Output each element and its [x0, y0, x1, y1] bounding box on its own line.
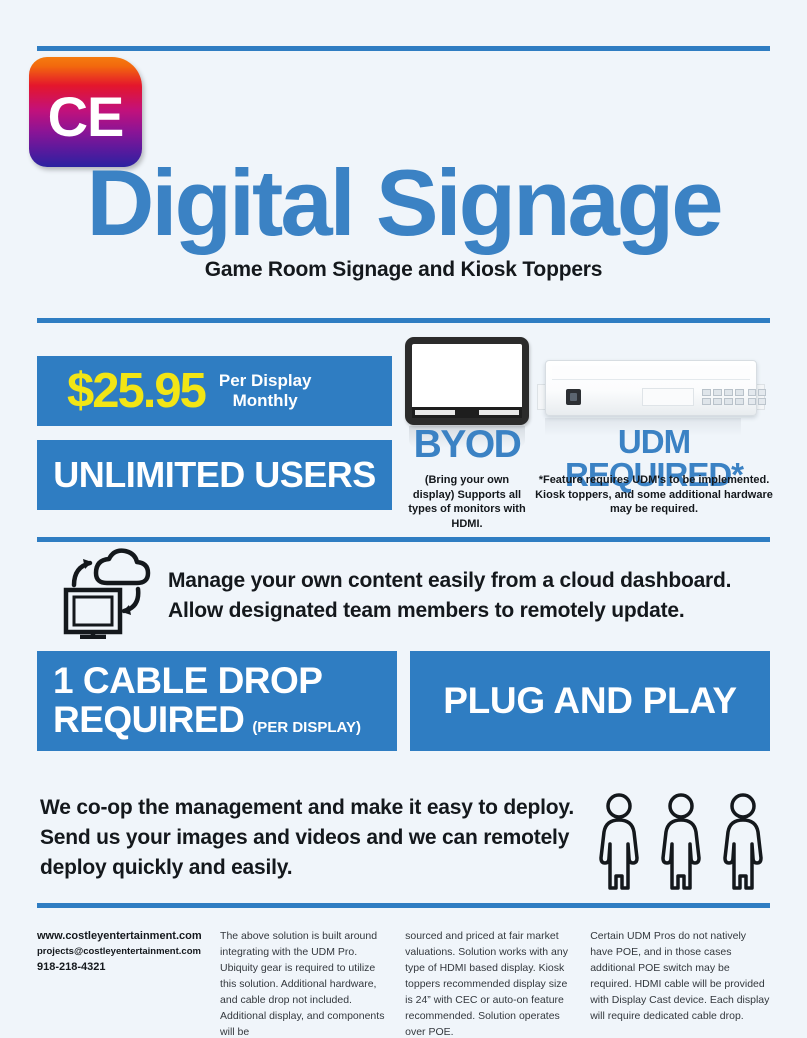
cable-drop-per-display: (PER DISPLAY) — [252, 719, 361, 737]
udm-port — [735, 389, 744, 396]
udm-top-vent — [552, 366, 750, 380]
price-terms: Per Display Monthly — [219, 371, 312, 411]
udm-sfp-port — [758, 389, 766, 396]
pricing-box: $25.95 Per Display Monthly — [37, 356, 392, 426]
price-amount: $25.95 — [67, 363, 207, 418]
three-people-icon — [596, 787, 766, 892]
monitor-base-right — [479, 410, 519, 415]
unlimited-users-label: UNLIMITED USERS — [53, 454, 376, 495]
person-icon — [599, 793, 639, 890]
cable-drop-line2: REQUIRED (PER DISPLAY) — [53, 699, 361, 740]
monitor-base-left — [415, 410, 455, 415]
udm-port — [713, 389, 722, 396]
person-icon — [661, 793, 701, 890]
logo-text: CE — [47, 85, 125, 148]
divider-hero — [37, 318, 770, 323]
divider-top — [37, 46, 770, 51]
footer-email[interactable]: projects@costleyentertainment.com — [37, 945, 208, 959]
cloud-message-line2: Allow designated team members to remotel… — [168, 598, 685, 622]
footer-contact: www.costleyentertainment.com projects@co… — [37, 929, 220, 1038]
footer-fineprint-1: The above solution is built around integ… — [220, 930, 385, 1038]
udm-lcd-panel — [642, 388, 694, 406]
udm-port — [702, 389, 711, 396]
person-icon — [723, 793, 763, 890]
price-term-line1: Per Display — [218, 370, 312, 390]
coop-message-line2: Send us your images and videos and we ca… — [40, 825, 570, 849]
udm-port — [724, 398, 733, 405]
udm-sfp-port — [748, 389, 756, 396]
divider-features — [37, 537, 770, 542]
monitor-icon — [405, 337, 529, 425]
udm-port — [735, 398, 744, 405]
byod-note: (Bring your own display) Supports all ty… — [408, 474, 526, 530]
unlimited-users-box: UNLIMITED USERS — [37, 440, 392, 510]
udm-port — [702, 398, 711, 405]
coop-message-line3: deploy quickly and easily. — [40, 855, 293, 879]
udm-note: *Feature requires UDM's to be implemente… — [535, 474, 773, 516]
byod-heading: BYOD — [413, 423, 522, 466]
coop-message-line1: We co-op the management and make it easy… — [40, 796, 574, 819]
udm-sfp-port — [758, 398, 766, 405]
footer-fineprint-2: sourced and priced at fair market valuat… — [405, 930, 568, 1038]
coop-message: We co-op the management and make it easy… — [40, 793, 590, 882]
monitor-base — [412, 407, 522, 418]
udm-port — [713, 398, 722, 405]
udm-sfp-ports — [748, 389, 766, 405]
udm-power-module — [566, 389, 581, 405]
plug-and-play-box: PLUG AND PLAY — [410, 651, 770, 751]
footer: www.costleyentertainment.com projects@co… — [37, 929, 770, 1038]
cable-drop-line1: 1 CABLE DROP — [53, 660, 323, 702]
udm-chassis — [545, 360, 766, 416]
plug-and-play-label: PLUG AND PLAY — [443, 680, 737, 721]
cable-drop-required: REQUIRED — [53, 699, 245, 740]
cable-drop-box: 1 CABLE DROP REQUIRED (PER DISPLAY) — [37, 651, 397, 751]
footer-phone[interactable]: 918-218-4321 — [37, 959, 208, 977]
footer-website[interactable]: www.costleyentertainment.com — [37, 929, 208, 945]
flyer-page: CE Digital Signage Game Room Signage and… — [0, 0, 807, 1038]
price-term-line2: Monthly — [232, 391, 298, 410]
udm-ethernet-ports — [702, 389, 744, 405]
udm-sfp-port — [748, 398, 756, 405]
page-subtitle: Game Room Signage and Kiosk Toppers — [204, 258, 603, 281]
udm-rack-device-icon — [537, 360, 766, 422]
udm-port — [724, 389, 733, 396]
page-title: Digital Signage — [86, 150, 724, 255]
cloud-message-line1: Manage your own content easily from a cl… — [168, 569, 732, 592]
footer-fineprint-3: Certain UDM Pros do not natively have PO… — [590, 930, 770, 1022]
cloud-message: Manage your own content easily from a cl… — [168, 566, 768, 626]
cloud-sync-monitor-icon — [52, 545, 164, 640]
divider-footer — [37, 903, 770, 908]
